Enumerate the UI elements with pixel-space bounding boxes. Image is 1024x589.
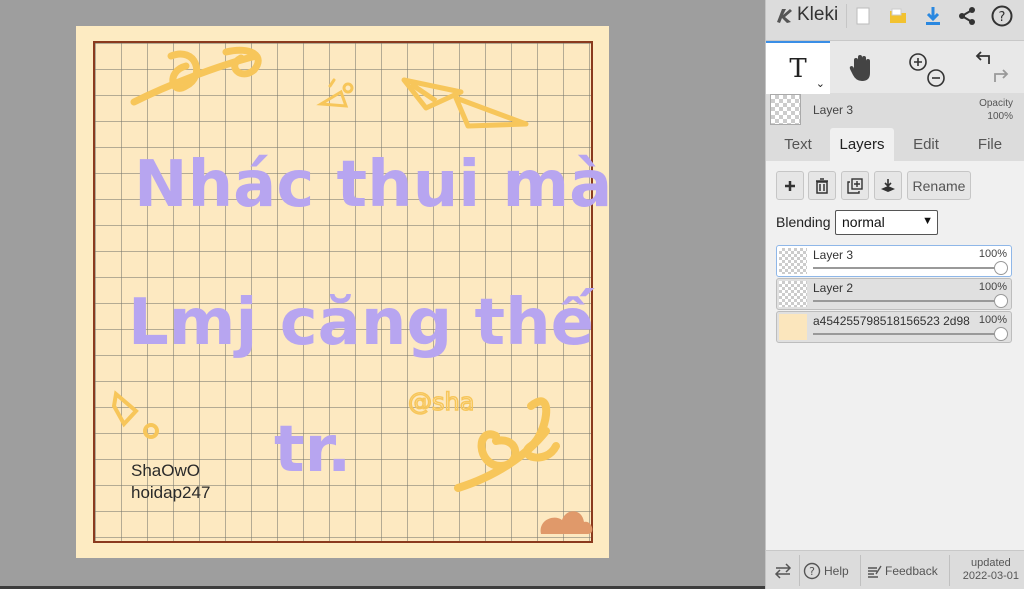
layer-name: Layer 3: [813, 248, 854, 262]
blending-select[interactable]: normal ▼: [835, 210, 938, 235]
layer-item-background[interactable]: a454255798518156523 2d98 100%: [776, 311, 1012, 343]
layer-opacity: 100%: [978, 281, 1007, 293]
doodle-sparkle-left: [111, 390, 159, 439]
layer-item-layer-2[interactable]: Layer 2 100%: [776, 278, 1012, 310]
layer-thumbnail: [779, 314, 807, 340]
art-line-3: tr.: [274, 413, 351, 487]
delete-layer-button[interactable]: [808, 171, 836, 200]
merge-down-icon: [881, 178, 895, 192]
tab-edit[interactable]: Edit: [894, 128, 958, 161]
tab-layers[interactable]: Layers: [830, 128, 894, 161]
opacity-label: Opacity: [979, 98, 1013, 109]
feedback-label: Feedback: [885, 563, 938, 578]
art-signature: @sha: [408, 388, 474, 416]
layer-opacity-handle[interactable]: [994, 294, 1008, 308]
layer-opacity: 100%: [978, 314, 1007, 326]
tab-file[interactable]: File: [958, 128, 1022, 161]
drawing-canvas[interactable]: Nhác thui mà. Lmj căng thế tr. @sha ShaO…: [76, 26, 609, 558]
current-layer-name: Layer 3: [813, 103, 854, 117]
hand-icon: [849, 54, 870, 81]
help-circle-icon[interactable]: ?: [990, 4, 1014, 28]
doodle-ribbon-top-left: [130, 46, 262, 106]
opacity-readout: Opacity 100%: [979, 97, 1013, 123]
divider: [949, 555, 950, 586]
new-file-icon[interactable]: [851, 4, 875, 28]
layer-name: Layer 2: [813, 281, 854, 295]
svg-text:?: ?: [999, 10, 1006, 25]
feedback-icon: [868, 565, 882, 578]
chevron-down-icon: ▼: [922, 215, 933, 227]
add-layer-button[interactable]: [776, 171, 804, 200]
doodle-leaves-top-right: [401, 77, 529, 129]
current-layer-thumbnail: [770, 94, 801, 125]
opacity-value: 100%: [987, 111, 1013, 122]
kleki-logo-icon: [777, 9, 792, 23]
layer-opacity-handle[interactable]: [994, 327, 1008, 341]
art-line-2: Lmj căng thế: [128, 286, 596, 360]
layer-opacity-slider[interactable]: [813, 300, 999, 302]
layer-thumbnail: [779, 281, 807, 307]
kleki-logo[interactable]: Kleki: [774, 4, 838, 26]
app-name: Kleki: [797, 4, 839, 25]
cloud-doodle: [540, 511, 593, 534]
duplicate-layer-button[interactable]: [841, 171, 869, 200]
updated-info: updated 2022-03-01: [963, 557, 1019, 583]
trash-icon: [816, 177, 828, 194]
help-button[interactable]: ? Help: [803, 551, 849, 589]
undo-icon[interactable]: [975, 50, 990, 64]
layer-opacity-handle[interactable]: [994, 261, 1008, 275]
updated-date: 2022-03-01: [962, 570, 1019, 582]
plus-icon: [785, 180, 795, 191]
divider: [860, 555, 861, 586]
art-line-1: Nhác thui mà.: [134, 148, 609, 222]
zoom-out-icon[interactable]: [926, 68, 945, 87]
tab-text[interactable]: Text: [766, 128, 830, 161]
redo-icon[interactable]: [994, 68, 1009, 82]
divider: [846, 4, 847, 28]
open-folder-icon[interactable]: [886, 4, 910, 28]
hand-tool-button[interactable]: [830, 41, 894, 94]
current-layer-header: Layer 3 Opacity 100%: [766, 93, 1024, 127]
zoom-buttons: [897, 41, 952, 94]
blending-label: Blending: [776, 214, 831, 230]
share-icon[interactable]: [955, 4, 979, 28]
merge-down-button[interactable]: [874, 171, 902, 200]
panel-tabs: Text Layers Edit File: [766, 128, 1024, 161]
panel-footer: ? Help Feedback updated 2022-03-01: [766, 550, 1024, 589]
text-tool-button[interactable]: T ⌄: [766, 41, 830, 94]
layer-item-layer-3[interactable]: Layer 3 100%: [776, 245, 1012, 277]
blending-value: normal: [842, 214, 885, 230]
feedback-button[interactable]: Feedback: [866, 551, 938, 589]
rename-layer-button[interactable]: Rename: [907, 171, 971, 200]
layer-opacity: 100%: [978, 248, 1007, 260]
layer-thumbnail: [779, 248, 807, 274]
doodle-sparkle-top: [316, 78, 354, 108]
text-tool-icon: T: [789, 53, 807, 84]
layers-panel: Rename Blending normal ▼ Layer 3 100% La…: [766, 161, 1024, 550]
duplicate-icon: [847, 177, 863, 194]
download-icon[interactable]: [921, 4, 945, 28]
layer-opacity-slider[interactable]: [813, 333, 999, 335]
updated-label: updated: [970, 557, 1011, 569]
svg-text:?: ?: [809, 565, 815, 578]
tool-panel: Kleki ? T ⌄ Layer 3 Opacity 100% Text La…: [765, 0, 1024, 589]
undo-redo-buttons: [962, 41, 1020, 94]
help-label: Help: [824, 563, 849, 578]
chevron-down-icon[interactable]: ⌄: [816, 77, 825, 90]
swap-sides-button[interactable]: [774, 551, 792, 589]
credit-name: ShaOwO: [131, 461, 200, 480]
divider: [799, 555, 800, 586]
canvas-workspace[interactable]: Nhác thui mà. Lmj căng thế tr. @sha ShaO…: [0, 0, 765, 589]
credit-site: hoidap247: [131, 483, 211, 502]
layer-opacity-slider[interactable]: [813, 267, 999, 269]
tool-row: T ⌄: [766, 40, 1024, 94]
panel-header: Kleki ?: [766, 0, 1024, 32]
swap-icon: [774, 562, 792, 579]
layer-name: a454255798518156523 2d98: [813, 314, 970, 328]
zoom-in-icon[interactable]: [908, 52, 927, 71]
help-icon: ?: [803, 562, 821, 579]
